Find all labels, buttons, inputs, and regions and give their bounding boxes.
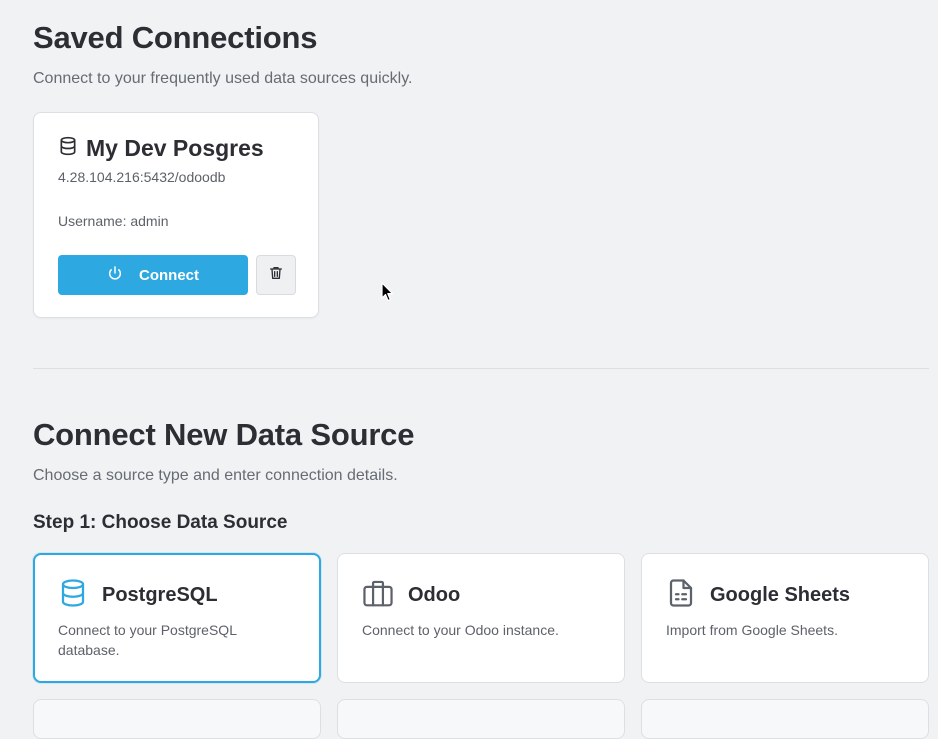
- saved-connection-title: My Dev Posgres: [58, 135, 264, 162]
- delete-connection-button[interactable]: [256, 255, 296, 295]
- source-description: Connect to your Odoo instance.: [362, 622, 559, 638]
- trash-icon: [268, 265, 284, 286]
- connect-button-label: Connect: [139, 266, 199, 284]
- saved-connection-host: 4.28.104.216:5432/odoodb: [58, 169, 226, 185]
- database-icon: [58, 578, 88, 613]
- source-card-header: Google Sheets: [666, 578, 850, 613]
- source-card-odoo[interactable]: Odoo Connect to your Odoo instance.: [337, 553, 625, 683]
- power-icon: [107, 265, 123, 285]
- source-name: Odoo: [408, 584, 461, 606]
- spreadsheet-file-icon: [666, 578, 696, 613]
- source-card-header: Odoo: [362, 578, 460, 613]
- section-divider: [33, 368, 929, 369]
- saved-connection-username: Username: admin: [58, 213, 169, 229]
- saved-connections-header: Saved Connections Connect to your freque…: [33, 20, 412, 88]
- new-source-title: Connect New Data Source: [33, 417, 415, 452]
- source-description: Import from Google Sheets.: [666, 622, 838, 638]
- source-name: PostgreSQL: [102, 584, 218, 606]
- mouse-cursor-icon: [381, 282, 395, 307]
- source-name: Google Sheets: [710, 584, 851, 606]
- source-card-header: PostgreSQL: [58, 578, 218, 613]
- source-card-partial[interactable]: [641, 699, 929, 739]
- source-card-partial[interactable]: [337, 699, 625, 739]
- briefcase-icon: [362, 578, 394, 613]
- source-description: Connect to your PostgreSQL database.: [58, 622, 237, 658]
- page-title: Saved Connections: [33, 20, 318, 55]
- source-card-partial[interactable]: [33, 699, 321, 739]
- database-icon: [58, 136, 78, 161]
- saved-connection-name: My Dev Posgres: [86, 135, 264, 161]
- source-card-postgresql[interactable]: PostgreSQL Connect to your PostgreSQL da…: [33, 553, 321, 683]
- connect-button[interactable]: Connect: [58, 255, 248, 295]
- saved-connections-subtitle: Connect to your frequently used data sou…: [33, 70, 413, 87]
- new-source-header: Connect New Data Source Choose a source …: [33, 417, 414, 485]
- step-label: Step 1: Choose Data Source: [33, 512, 288, 533]
- source-card-google-sheets[interactable]: Google Sheets Import from Google Sheets.: [641, 553, 929, 683]
- new-source-subtitle: Choose a source type and enter connectio…: [33, 467, 398, 484]
- saved-connection-card: My Dev Posgres 4.28.104.216:5432/odoodb …: [33, 112, 319, 318]
